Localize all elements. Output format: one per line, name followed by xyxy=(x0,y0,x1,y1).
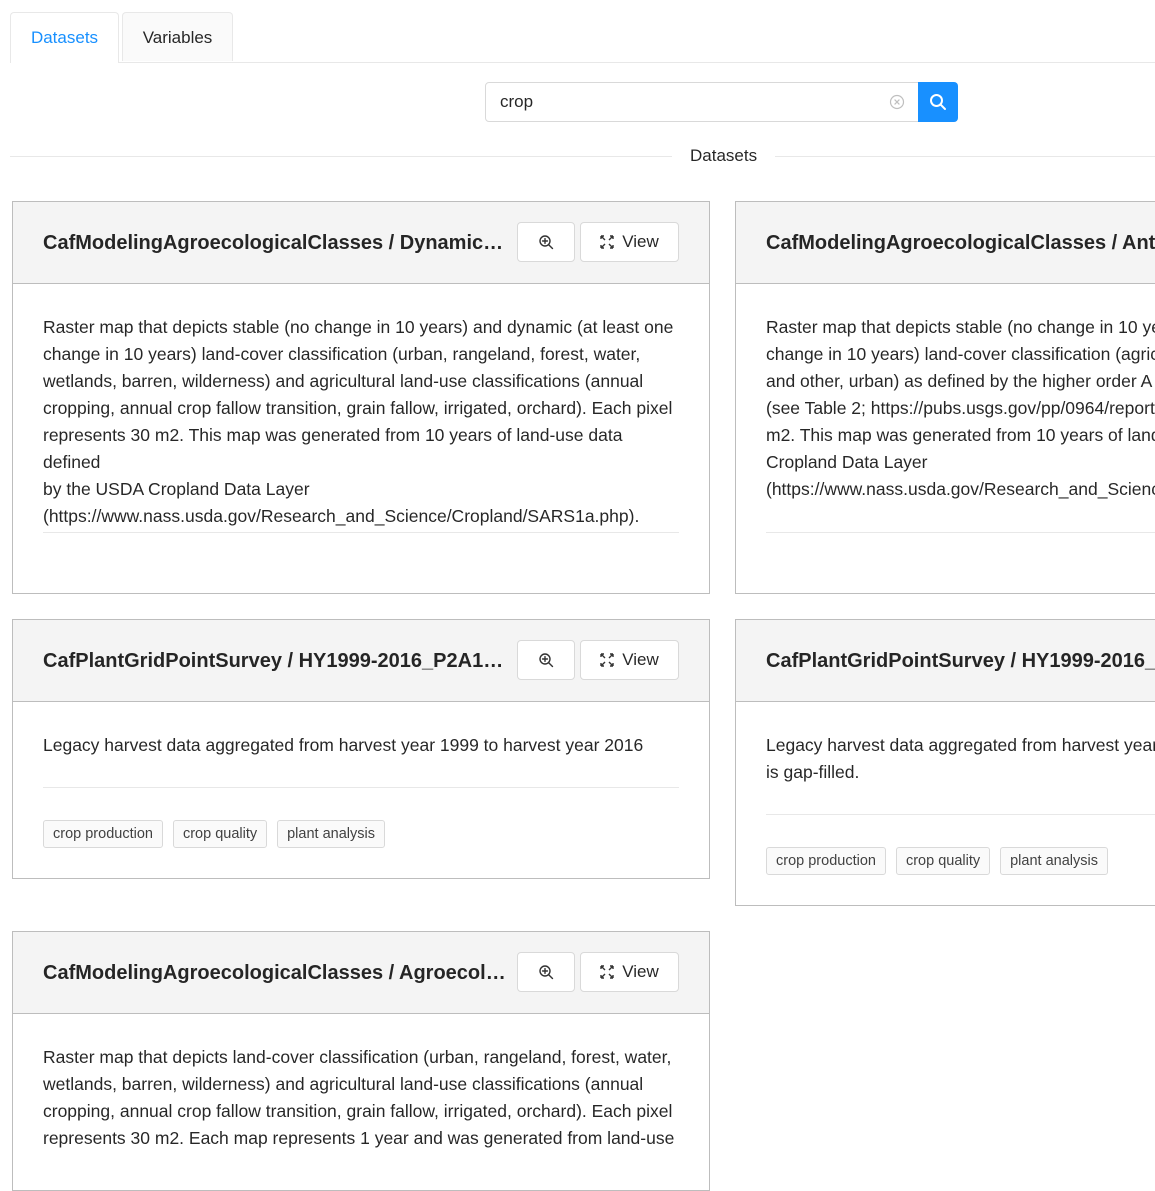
dataset-card: CafModelingAgroecologicalClasses / Anthr… xyxy=(735,201,1155,594)
card-title[interactable]: CafModelingAgroecologicalClasses / Dynam… xyxy=(43,230,509,256)
card-header: CafModelingAgroecologicalClasses / Agroe… xyxy=(13,932,709,1014)
card-body: Raster map that depicts stable (no chang… xyxy=(766,314,1155,503)
card-body: Legacy harvest data aggregated from harv… xyxy=(43,732,683,759)
search-group xyxy=(485,82,958,122)
card-header: CafPlantGridPointSurvey / HY1999-2016_P2… xyxy=(13,620,709,702)
search-input[interactable] xyxy=(485,82,919,122)
view-label: View xyxy=(622,232,659,251)
dataset-card: CafPlantGridPointSurvey / HY1999-2016_P3… xyxy=(735,619,1155,906)
card-body: Legacy harvest data aggregated from harv… xyxy=(766,732,1155,786)
tag[interactable]: plant analysis xyxy=(1000,847,1108,875)
card-title[interactable]: CafModelingAgroecologicalClasses / Anthr xyxy=(766,230,1155,256)
zoom-in-icon xyxy=(539,965,554,980)
fullscreen-icon xyxy=(600,235,614,249)
card-description-line: is gap-filled. xyxy=(766,762,860,782)
card-separator xyxy=(766,532,1155,533)
card-description-line: (https://www.nass.usda.gov/Research_and_… xyxy=(766,479,1155,499)
dataset-card: CafPlantGridPointSurvey / HY1999-2016_P2… xyxy=(12,619,710,879)
card-description: Legacy harvest data aggregated from harv… xyxy=(43,735,644,755)
section-divider xyxy=(10,156,1155,157)
zoom-button[interactable] xyxy=(517,952,575,992)
view-label: View xyxy=(622,650,659,669)
tab-bar: Datasets Variables xyxy=(10,12,1155,63)
card-description-line: Raster map that depicts stable (no chang… xyxy=(766,317,1155,337)
card-description-line: (see Table 2; https://pubs.usgs.gov/pp/0… xyxy=(766,398,1155,418)
view-button[interactable]: View xyxy=(580,222,679,262)
card-title[interactable]: CafPlantGridPointSurvey / HY1999-2016_P3 xyxy=(766,648,1155,674)
tag[interactable]: plant analysis xyxy=(277,820,385,848)
tag[interactable]: crop quality xyxy=(172,820,268,848)
zoom-in-icon xyxy=(539,235,554,250)
tag-list: crop production crop quality plant analy… xyxy=(43,820,385,848)
card-separator xyxy=(43,787,679,788)
zoom-in-icon xyxy=(539,653,554,668)
tab-datasets[interactable]: Datasets xyxy=(10,12,119,63)
tag[interactable]: crop production xyxy=(43,820,163,848)
view-button[interactable]: View xyxy=(580,952,679,992)
section-divider-label: Datasets xyxy=(672,145,776,167)
tag-list: crop production crop quality plant analy… xyxy=(766,847,1108,875)
view-button[interactable]: View xyxy=(580,640,679,680)
card-header: CafModelingAgroecologicalClasses / Anthr xyxy=(736,202,1155,284)
tab-variables[interactable]: Variables xyxy=(122,12,233,61)
card-title[interactable]: CafPlantGridPointSurvey / HY1999-2016_P2… xyxy=(43,648,509,674)
card-separator xyxy=(43,532,679,533)
dataset-card: CafModelingAgroecologicalClasses / Agroe… xyxy=(12,931,710,1191)
fullscreen-icon xyxy=(600,653,614,667)
tag[interactable]: crop quality xyxy=(895,847,991,875)
tag[interactable]: crop production xyxy=(766,847,886,875)
zoom-button[interactable] xyxy=(517,222,575,262)
card-description: Raster map that depicts stable (no chang… xyxy=(43,317,674,526)
card-header: CafPlantGridPointSurvey / HY1999-2016_P3 xyxy=(736,620,1155,702)
card-description-line: change in 10 years) land-cover classific… xyxy=(766,344,1155,364)
fullscreen-icon xyxy=(600,965,614,979)
card-body: Raster map that depicts stable (no chang… xyxy=(43,314,683,530)
dataset-card: CafModelingAgroecologicalClasses / Dynam… xyxy=(12,201,710,594)
card-title[interactable]: CafModelingAgroecologicalClasses / Agroe… xyxy=(43,960,509,986)
search-button[interactable] xyxy=(918,82,958,122)
view-label: View xyxy=(622,962,659,981)
card-header: CafModelingAgroecologicalClasses / Dynam… xyxy=(13,202,709,284)
card-description-line: Legacy harvest data aggregated from harv… xyxy=(766,735,1155,755)
zoom-button[interactable] xyxy=(517,640,575,680)
clear-icon[interactable] xyxy=(889,94,905,110)
card-description-line: Cropland Data Layer xyxy=(766,452,928,472)
card-description-line: and other, urban) as defined by the high… xyxy=(766,371,1153,391)
card-description: Raster map that depicts land-cover class… xyxy=(43,1047,675,1148)
card-separator xyxy=(766,814,1155,815)
search-icon xyxy=(930,94,946,110)
card-description-line: m2. This map was generated from 10 years… xyxy=(766,425,1155,445)
card-body: Raster map that depicts land-cover class… xyxy=(43,1044,683,1152)
